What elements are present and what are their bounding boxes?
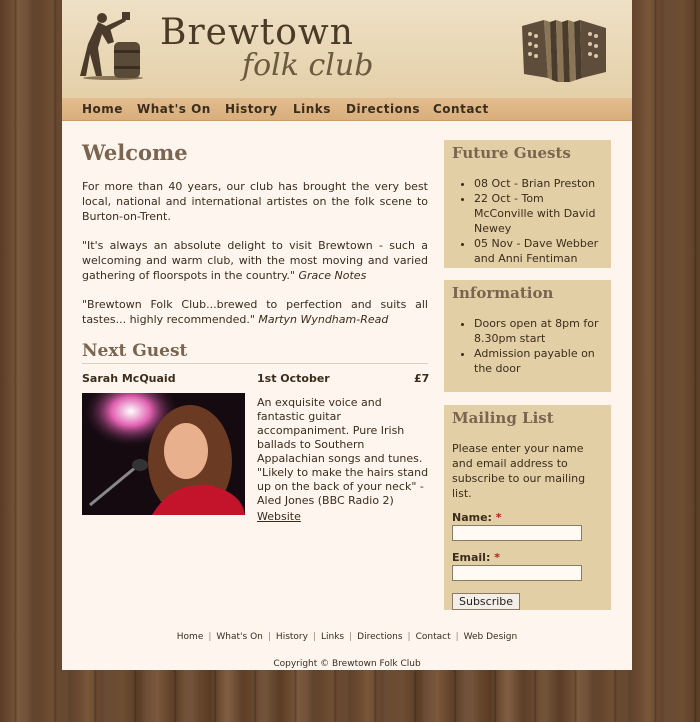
email-label: Email: *	[452, 551, 603, 564]
separator: |	[208, 632, 212, 642]
future-guests-list: 08 Oct - Brian Preston 22 Oct - Tom McCo…	[452, 176, 603, 266]
guest-name: Sarah McQuaid	[82, 372, 176, 385]
nav-item-home[interactable]: Home	[82, 102, 123, 116]
quote-source: Grace Notes	[298, 269, 367, 282]
mailing-list-box: Mailing List Please enter your name and …	[444, 405, 611, 610]
separator: |	[267, 632, 271, 642]
nav-item-directions[interactable]: Directions	[346, 102, 420, 116]
welcome-heading: Welcome	[82, 140, 188, 165]
site-subtitle: folk club	[242, 48, 374, 83]
guest-price: £7	[414, 372, 430, 385]
name-label: Name: *	[452, 511, 603, 524]
nav-item-contact[interactable]: Contact	[433, 102, 489, 116]
mailing-list-text: Please enter your name and email address…	[452, 442, 586, 500]
guest-website-link[interactable]: Website	[257, 510, 301, 523]
quote-paragraph-2: "Brewtown Folk Club...brewed to perfecti…	[82, 297, 428, 327]
name-label-text: Name:	[452, 511, 492, 524]
email-field[interactable]	[452, 565, 582, 581]
separator: |	[407, 632, 411, 642]
list-item: Admission payable on the door	[474, 346, 603, 376]
accordion-icon	[522, 20, 606, 82]
intro-paragraph: For more than 40 years, our club has bro…	[82, 180, 428, 223]
list-item: 05 Nov - Dave Webber and Anni Fentiman	[474, 236, 603, 266]
mailing-list-heading: Mailing List	[452, 409, 554, 427]
required-mark: *	[495, 511, 502, 524]
nav-item-history[interactable]: History	[225, 102, 278, 116]
footer-link-contact[interactable]: Contact	[416, 632, 451, 642]
required-mark: *	[494, 551, 500, 564]
future-guests-heading: Future Guests	[452, 144, 571, 162]
footer-link-directions[interactable]: Directions	[357, 632, 402, 642]
separator: |	[349, 632, 353, 642]
quote-source: Martyn Wyndham-Read	[258, 313, 389, 326]
information-heading: Information	[452, 284, 554, 302]
footer-link-history[interactable]: History	[276, 632, 308, 642]
main-nav: Home What's On History Links Directions …	[62, 98, 632, 121]
page-container: Brewtown folk club Home What's On Histor…	[62, 0, 632, 670]
name-field[interactable]	[452, 525, 582, 541]
guest-date: 1st October	[257, 372, 330, 385]
guest-photo-image	[82, 393, 245, 515]
nav-item-whats-on[interactable]: What's On	[137, 102, 211, 116]
list-item: 22 Oct - Tom McConville with David Newey	[474, 191, 603, 236]
site-title: Brewtown	[160, 12, 354, 53]
information-list: Doors open at 8pm for 8.30pm start Admis…	[452, 316, 603, 376]
guest-photo	[82, 393, 245, 515]
email-label-text: Email:	[452, 551, 491, 564]
separator: |	[455, 632, 459, 642]
footer-link-home[interactable]: Home	[177, 632, 204, 642]
copyright: Copyright © Brewtown Folk Club	[273, 659, 421, 669]
brewer-barrel-icon	[80, 12, 143, 80]
list-item: Doors open at 8pm for 8.30pm start	[474, 316, 603, 346]
footer-link-links[interactable]: Links	[321, 632, 344, 642]
quote-text: "It's always an absolute delight to visi…	[82, 239, 428, 282]
list-item: 08 Oct - Brian Preston	[474, 176, 603, 191]
quote-paragraph-1: "It's always an absolute delight to visi…	[82, 238, 428, 283]
separator: |	[312, 632, 316, 642]
future-guests-box: Future Guests 08 Oct - Brian Preston 22 …	[444, 140, 611, 268]
guest-description: An exquisite voice and fantastic guitar …	[257, 396, 429, 507]
next-guest-heading: Next Guest	[82, 341, 428, 364]
main-content: Welcome For more than 40 years, our club…	[82, 140, 428, 364]
site-header: Brewtown folk club	[62, 0, 632, 98]
footer-link-web-design[interactable]: Web Design	[464, 632, 518, 642]
information-box: Information Doors open at 8pm for 8.30pm…	[444, 280, 611, 392]
nav-item-links[interactable]: Links	[293, 102, 331, 116]
subscribe-button[interactable]: Subscribe	[452, 593, 521, 610]
footer-link-whats-on[interactable]: What's On	[216, 632, 262, 642]
footer-nav: Home | What's On | History | Links | Directions |…	[62, 632, 632, 642]
